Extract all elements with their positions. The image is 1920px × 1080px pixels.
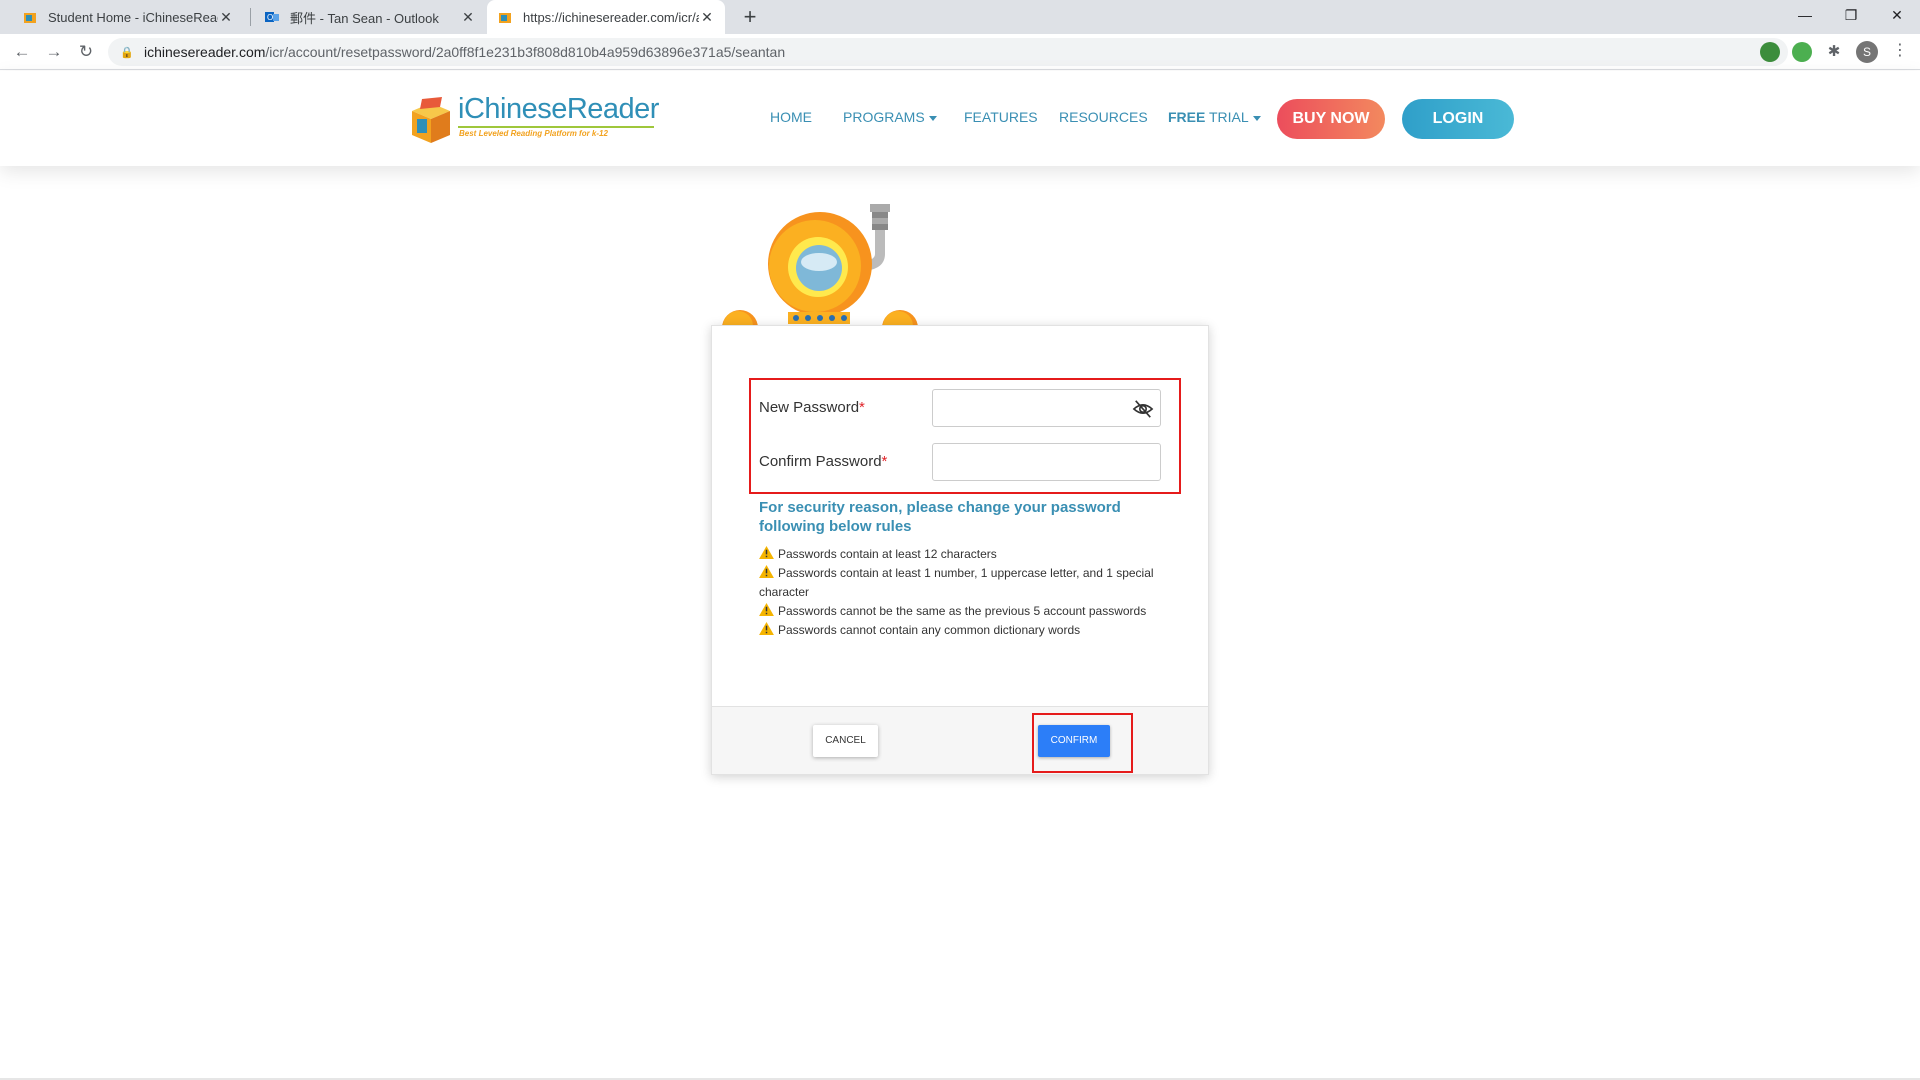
logo-title: iChineseReader (458, 93, 659, 125)
url-host: ichinesereader.com (144, 44, 266, 60)
tab-title: Student Home - iChineseReader (48, 9, 218, 25)
outlook-icon: O (264, 9, 280, 25)
required-mark: * (859, 399, 865, 416)
rule-text: Passwords cannot contain any common dict… (778, 623, 1081, 637)
nav-free-trial[interactable]: FREE TRIAL (1168, 109, 1261, 125)
nav-home[interactable]: HOME (770, 109, 812, 125)
browser-menu-icon[interactable]: ⋮ (1892, 40, 1908, 60)
tab-reset-password[interactable]: https://ichinesereader.com/icr/ac ✕ (487, 0, 725, 34)
new-password-input[interactable] (932, 389, 1161, 427)
close-tab-icon[interactable]: ✕ (460, 9, 476, 26)
nav-free-trial-bold: FREE (1168, 109, 1206, 125)
extension-off-icon[interactable] (1792, 42, 1812, 62)
nav-programs-label: PROGRAMS (843, 109, 925, 125)
address-bar[interactable]: 🔒 ichinesereader.com/icr/account/resetpa… (108, 38, 1788, 66)
icr-favicon-icon (22, 9, 38, 25)
confirm-button[interactable]: CONFIRM (1038, 725, 1110, 757)
icr-favicon-icon (497, 9, 513, 25)
cancel-button[interactable]: CANCEL (813, 725, 878, 757)
site-header: iChineseReader Best Leveled Reading Plat… (0, 71, 1920, 166)
logo-underline (458, 126, 654, 128)
logo-tagline: Best Leveled Reading Platform for k-12 (459, 129, 608, 138)
logo-book-icon (412, 97, 450, 143)
lock-icon: 🔒 (120, 46, 134, 59)
rule-text: Passwords contain at least 1 number, 1 u… (759, 566, 1154, 599)
nav-resources[interactable]: RESOURCES (1059, 109, 1148, 125)
login-button[interactable]: LOGIN (1402, 99, 1514, 139)
hide-password-eye-icon[interactable] (1132, 399, 1154, 419)
password-rules-list: Passwords contain at least 12 characters… (759, 545, 1159, 640)
forward-button[interactable]: → (40, 38, 68, 66)
restore-button[interactable]: ❐ (1828, 0, 1874, 30)
warning-icon (759, 622, 774, 635)
warning-icon (759, 565, 774, 578)
rule-item: Passwords contain at least 1 number, 1 u… (759, 564, 1159, 602)
security-rules-title: For security reason, please change your … (759, 499, 1121, 535)
new-tab-button[interactable]: + (737, 4, 763, 30)
extension-icon[interactable] (1760, 42, 1780, 62)
profile-avatar[interactable]: S (1856, 41, 1878, 63)
tab-title: 郵件 - Tan Sean - Outlook (290, 10, 439, 26)
tab-divider (250, 8, 251, 26)
required-mark: * (881, 453, 888, 470)
url-path: /icr/account/resetpassword/2a0ff8f1e231b… (265, 44, 786, 60)
svg-text:O: O (267, 13, 273, 22)
buy-now-button[interactable]: BUY NOW (1277, 99, 1385, 139)
new-password-label: New Password* (759, 399, 865, 416)
reset-password-card: New Password* Confirm Password* For secu… (711, 325, 1209, 775)
rule-text: Passwords cannot be the same as the prev… (778, 604, 1147, 618)
back-button[interactable]: ← (8, 38, 36, 66)
chevron-down-icon (928, 115, 937, 121)
minimize-button[interactable]: — (1782, 0, 1828, 30)
close-tab-icon[interactable]: ✕ (699, 9, 715, 26)
rule-item: Passwords cannot contain any common dict… (759, 621, 1159, 640)
confirm-password-input[interactable] (932, 443, 1161, 481)
warning-icon (759, 546, 774, 559)
close-tab-icon[interactable]: ✕ (218, 9, 234, 26)
rule-item: Passwords contain at least 12 characters (759, 545, 1159, 564)
nav-programs[interactable]: PROGRAMS (843, 109, 937, 125)
confirm-password-label-text: Confirm Password (759, 453, 882, 470)
site-logo[interactable]: iChineseReader Best Leveled Reading Plat… (408, 93, 659, 145)
chevron-down-icon (1252, 115, 1261, 121)
browser-tab-strip: Student Home - iChineseReader ✕ O 郵件 - T… (0, 0, 1920, 34)
nav-free-trial-rest: TRIAL (1205, 109, 1249, 125)
nav-features[interactable]: FEATURES (964, 109, 1038, 125)
tab-outlook[interactable]: O 郵件 - Tan Sean - Outlook ✕ (254, 0, 486, 34)
rule-item: Passwords cannot be the same as the prev… (759, 602, 1159, 621)
close-window-button[interactable]: ✕ (1874, 0, 1920, 30)
browser-toolbar: ← → ↻ 🔒 ichinesereader.com/icr/account/r… (0, 34, 1920, 70)
rule-text: Passwords contain at least 12 characters (778, 547, 997, 561)
tab-student-home[interactable]: Student Home - iChineseReader ✕ (12, 0, 244, 34)
tab-title: https://ichinesereader.com/icr/ac (523, 9, 699, 25)
confirm-password-label: Confirm Password* (759, 453, 887, 470)
card-footer: CANCEL CONFIRM (712, 706, 1208, 774)
reload-button[interactable]: ↻ (72, 38, 100, 66)
extensions-puzzle-icon[interactable]: ✱ (1824, 42, 1844, 62)
new-password-label-text: New Password (759, 399, 860, 416)
warning-icon (759, 603, 774, 616)
